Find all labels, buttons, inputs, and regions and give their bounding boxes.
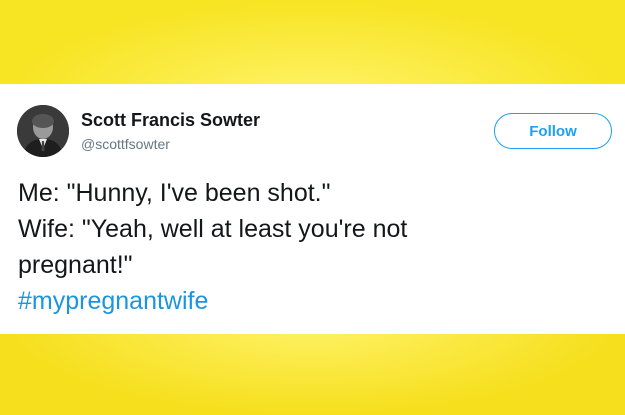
author-display-name[interactable]: Scott Francis Sowter <box>81 110 260 131</box>
bottom-yellow-band <box>0 334 625 415</box>
avatar-photo-icon <box>17 105 69 157</box>
tweet-text-line-3: pregnant!" <box>18 251 133 279</box>
top-yellow-band <box>0 0 625 84</box>
avatar[interactable] <box>17 105 69 157</box>
tweet-text-line-1: Me: "Hunny, I've been shot." <box>18 179 331 207</box>
tweet-text-line-2: Wife: "Yeah, well at least you're not <box>18 215 408 243</box>
tweet-text: Me: "Hunny, I've been shot." Wife: "Yeah… <box>18 175 608 319</box>
author-handle[interactable]: @scottfsowter <box>81 136 170 152</box>
follow-button[interactable]: Follow <box>494 113 612 149</box>
hashtag-link[interactable]: #mypregnantwife <box>18 283 608 319</box>
